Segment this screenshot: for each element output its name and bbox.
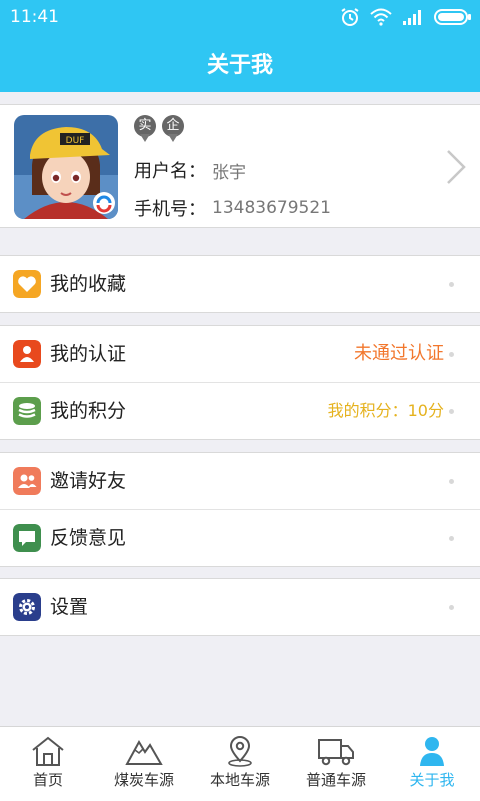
phone-label: 手机号： <box>134 199 206 220</box>
menu-item-points[interactable]: 我的积分 我的积分：10分 <box>0 382 480 439</box>
badge-group: 实 企 <box>134 115 184 142</box>
phone-row: 手机号： 13483679521 <box>134 195 331 221</box>
invite-label: 邀请好友 <box>50 470 127 492</box>
person-badge-icon <box>13 340 41 368</box>
more-dot-icon <box>449 282 454 287</box>
house-icon <box>32 736 64 766</box>
favorites-label: 我的收藏 <box>50 273 127 295</box>
username-label: 用户名： <box>134 161 206 182</box>
wifi-icon <box>370 8 392 26</box>
tab-home-label: 首页 <box>32 771 63 789</box>
mountain-icon <box>125 739 163 765</box>
settings-label: 设置 <box>50 596 89 618</box>
truck-icon <box>318 739 354 766</box>
tab-home[interactable]: 首页 <box>0 727 96 801</box>
profile-card[interactable]: DUF 实 企 用户名： 张宇 手机号： 13483679521 <box>0 104 480 228</box>
app-bar: 关于我 <box>0 34 480 92</box>
more-dot-icon <box>449 605 454 610</box>
signal-icon <box>403 10 421 25</box>
certification-status: 未通过认证 <box>354 343 444 364</box>
status-time: 11:41 <box>10 7 59 27</box>
menu-item-certification[interactable]: 我的认证 未通过认证 <box>0 326 480 382</box>
status-bar: 11:41 <box>0 0 480 34</box>
tab-local[interactable]: 本地车源 <box>192 727 288 801</box>
alarm-icon <box>341 8 359 26</box>
real-name-badge: 实 <box>134 115 156 142</box>
more-dot-icon <box>449 352 454 357</box>
user-icon <box>420 737 444 766</box>
battery-icon <box>434 9 471 25</box>
enterprise-badge: 企 <box>162 115 184 142</box>
menu-item-feedback[interactable]: 反馈意见 <box>0 509 480 566</box>
gear-icon <box>13 593 41 621</box>
bottom-nav: 首页 煤炭车源 本地车源 普通车源 关于我 <box>0 726 480 801</box>
username-row: 用户名： 张宇 <box>134 157 246 183</box>
tab-coal-label: 煤炭车源 <box>113 771 174 789</box>
coins-icon <box>13 397 41 425</box>
tab-local-label: 本地车源 <box>209 771 270 789</box>
status-icons <box>340 6 472 28</box>
menu-group-account: 我的认证 未通过认证 我的积分 我的积分：10分 <box>0 325 480 440</box>
tab-about-label: 关于我 <box>409 771 455 789</box>
more-dot-icon <box>449 409 454 414</box>
tab-normal-label: 普通车源 <box>305 771 366 789</box>
points-label: 我的积分 <box>50 400 127 422</box>
more-dot-icon <box>449 536 454 541</box>
chat-bubble-icon <box>13 524 41 552</box>
phone-value: 13483679521 <box>212 198 331 218</box>
certification-label: 我的认证 <box>50 343 127 365</box>
heart-icon <box>13 270 41 298</box>
menu-group-social: 邀请好友 反馈意见 <box>0 452 480 567</box>
points-value: 我的积分：10分 <box>327 401 444 420</box>
tab-coal[interactable]: 煤炭车源 <box>96 727 192 801</box>
feedback-label: 反馈意见 <box>50 527 127 549</box>
page-title: 关于我 <box>206 53 273 78</box>
chevron-right-icon <box>447 150 466 184</box>
menu-group-settings: 设置 <box>0 578 480 636</box>
tab-normal[interactable]: 普通车源 <box>288 727 384 801</box>
more-dot-icon <box>449 479 454 484</box>
tab-about[interactable]: 关于我 <box>384 727 480 801</box>
menu-item-favorites[interactable]: 我的收藏 <box>0 256 480 312</box>
menu-group-favorites: 我的收藏 <box>0 255 480 313</box>
username-value: 张宇 <box>212 162 246 183</box>
menu-item-settings[interactable]: 设置 <box>0 579 480 635</box>
invite-friends-icon <box>13 467 41 495</box>
location-pin-icon <box>228 736 252 767</box>
avatar: DUF <box>14 115 118 219</box>
svg-text:DUF: DUF <box>66 136 85 146</box>
menu-item-invite[interactable]: 邀请好友 <box>0 453 480 509</box>
